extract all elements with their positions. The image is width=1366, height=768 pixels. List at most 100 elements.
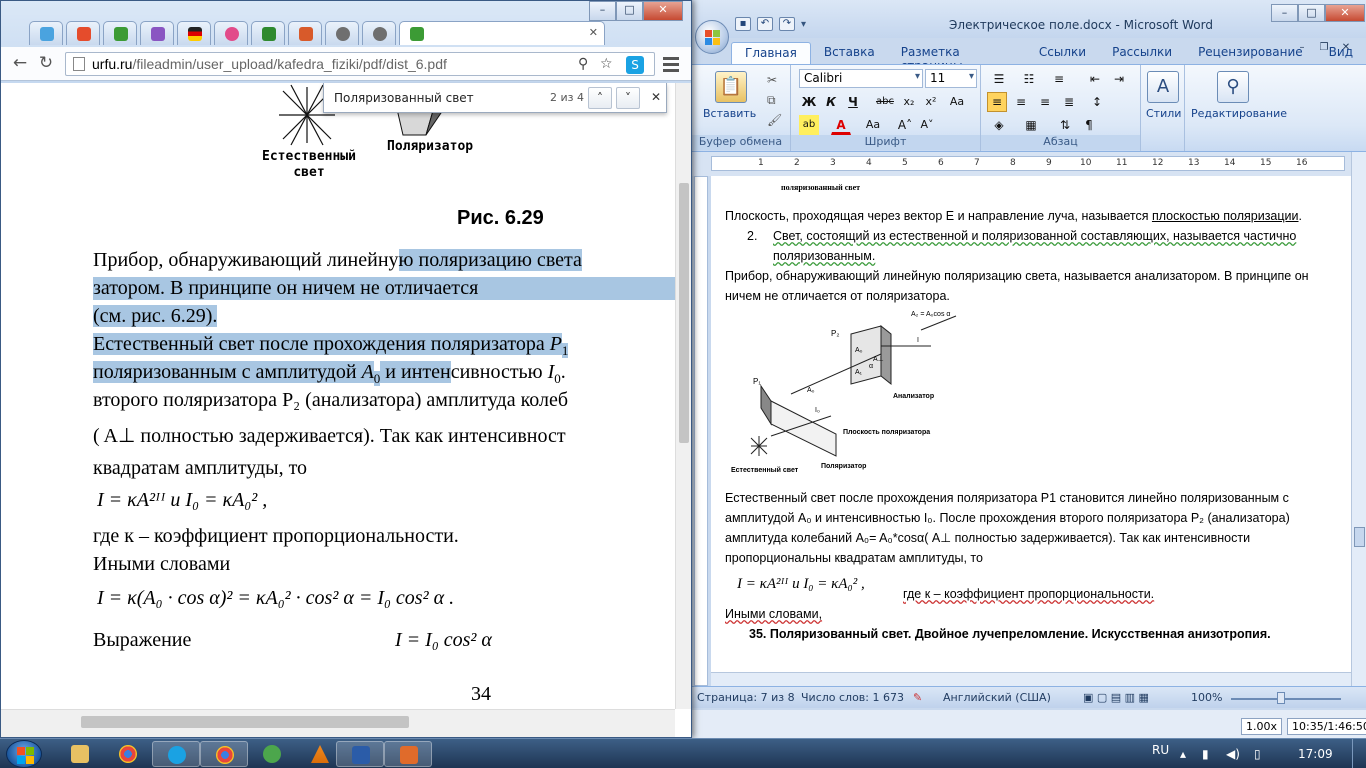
taskbar-chrome-alt[interactable] bbox=[104, 741, 152, 767]
decrease-indent-button[interactable]: ⇤ bbox=[1085, 69, 1105, 89]
multilevel-list-button[interactable]: ≡ bbox=[1049, 69, 1069, 89]
paste-button-label[interactable]: Вставить bbox=[703, 107, 756, 120]
network-icon[interactable]: ▮ bbox=[1202, 747, 1209, 761]
word-vertical-scrollbar[interactable] bbox=[1351, 152, 1366, 686]
tab-references[interactable]: Ссылки bbox=[1026, 42, 1099, 64]
change-case-button[interactable]: Aa bbox=[863, 115, 883, 135]
shrink-font-button[interactable]: A˅ bbox=[917, 115, 937, 135]
address-bar[interactable]: urfu.ru/fileadmin/user_upload/kafedra_fi… bbox=[65, 52, 655, 76]
editing-button-label[interactable]: Редактирование bbox=[1191, 107, 1287, 120]
tab-page-layout[interactable]: Разметка страницы bbox=[888, 42, 1026, 73]
redo-icon[interactable]: ↷ bbox=[779, 17, 795, 31]
binoculars-icon[interactable]: ⚲ bbox=[1217, 71, 1249, 103]
proofing-icon[interactable]: ✎ bbox=[913, 691, 922, 704]
tab-review[interactable]: Рецензирование bbox=[1185, 42, 1316, 64]
playback-speed[interactable]: 1.00x bbox=[1241, 718, 1283, 735]
tab-view[interactable]: Вид bbox=[1316, 42, 1366, 64]
back-arrow-icon[interactable]: ← bbox=[9, 53, 31, 75]
find-previous-button[interactable]: ˄ bbox=[588, 87, 612, 109]
clear-format-button[interactable]: Aa bbox=[947, 92, 967, 112]
tray-arrow-icon[interactable]: ▴ bbox=[1180, 747, 1186, 761]
browser-tab[interactable] bbox=[214, 21, 248, 45]
browser-tab[interactable] bbox=[288, 21, 322, 45]
undo-icon[interactable]: ↶ bbox=[757, 17, 773, 31]
maximize-button[interactable]: □ bbox=[1298, 4, 1325, 22]
pdf-horizontal-scrollbar[interactable] bbox=[1, 709, 675, 737]
close-button[interactable]: ✕ bbox=[1325, 4, 1365, 22]
taskbar-chrome[interactable] bbox=[200, 741, 248, 767]
browser-tab[interactable] bbox=[177, 21, 211, 45]
volume-icon[interactable]: ◀) bbox=[1226, 747, 1240, 761]
taskbar-utorrent[interactable] bbox=[248, 741, 296, 767]
office-button[interactable] bbox=[695, 20, 729, 54]
increase-indent-button[interactable]: ⇥ bbox=[1109, 69, 1129, 89]
subscript-button[interactable]: x₂ bbox=[899, 92, 919, 112]
taskbar-recorder[interactable] bbox=[384, 741, 432, 767]
tab-insert[interactable]: Вставка bbox=[811, 42, 888, 64]
grow-font-button[interactable]: A˄ bbox=[895, 115, 915, 135]
language-indicator[interactable]: RU bbox=[1152, 743, 1169, 757]
bold-button[interactable]: Ж bbox=[799, 92, 819, 112]
language-status[interactable]: Английский (США) bbox=[943, 691, 1051, 704]
italic-button[interactable]: К bbox=[821, 92, 841, 112]
find-next-button[interactable]: ˅ bbox=[616, 87, 640, 109]
pdf-scroll-thumb[interactable] bbox=[679, 183, 689, 443]
borders-button[interactable]: ▦ bbox=[1021, 115, 1041, 135]
copy-icon[interactable]: ⧉ bbox=[767, 93, 776, 108]
battery-icon[interactable]: ▯ bbox=[1254, 747, 1261, 761]
superscript-button[interactable]: x² bbox=[921, 92, 941, 112]
browser-tab[interactable] bbox=[29, 21, 63, 45]
document-area[interactable]: поляризованный свет Плоскость, проходяща… bbox=[711, 176, 1351, 686]
chrome-maximize-button[interactable]: □ bbox=[616, 1, 643, 21]
word-count-status[interactable]: Число слов: 1 673 bbox=[801, 691, 904, 704]
taskbar-explorer[interactable] bbox=[56, 741, 104, 767]
browser-tab[interactable] bbox=[140, 21, 174, 45]
show-desktop-button[interactable] bbox=[1352, 739, 1364, 768]
pdf-hscroll-thumb[interactable] bbox=[81, 716, 409, 728]
view-buttons[interactable]: ▣ ▢ ▤ ▥ ▦ bbox=[1083, 691, 1149, 704]
tab-mailings[interactable]: Рассылки bbox=[1099, 42, 1185, 64]
start-button[interactable] bbox=[6, 740, 42, 768]
align-center-button[interactable]: ≡ bbox=[1011, 92, 1031, 112]
bookmark-star-icon[interactable]: ☆ bbox=[600, 56, 613, 72]
find-close-button[interactable]: ✕ bbox=[644, 87, 668, 109]
format-painter-icon[interactable]: 🖌 bbox=[767, 113, 782, 127]
bullets-button[interactable]: ☰ bbox=[989, 69, 1009, 89]
align-right-button[interactable]: ≡ bbox=[1035, 92, 1055, 112]
zoom-slider[interactable] bbox=[1231, 698, 1341, 700]
browser-tab[interactable] bbox=[66, 21, 100, 45]
styles-button-label[interactable]: Стили bbox=[1146, 107, 1181, 120]
browser-tab[interactable] bbox=[325, 21, 359, 45]
save-icon[interactable]: ▪ bbox=[735, 17, 751, 31]
close-tab-icon[interactable]: ✕ bbox=[589, 26, 598, 39]
browser-tab[interactable] bbox=[103, 21, 137, 45]
styles-icon[interactable]: A bbox=[1147, 71, 1179, 103]
chrome-close-button[interactable]: ✕ bbox=[643, 1, 683, 21]
paste-icon[interactable]: 📋 bbox=[715, 71, 747, 103]
numbering-button[interactable]: ☷ bbox=[1019, 69, 1039, 89]
minimize-button[interactable]: – bbox=[1271, 4, 1298, 22]
browser-tab[interactable] bbox=[362, 21, 396, 45]
shading-button[interactable]: ◈ bbox=[989, 115, 1009, 135]
clock[interactable]: 17:09 bbox=[1298, 747, 1333, 761]
sort-button[interactable]: ⇅ bbox=[1055, 115, 1075, 135]
taskbar-word[interactable] bbox=[336, 741, 384, 767]
page-count-status[interactable]: Страница: 7 из 8 bbox=[697, 691, 795, 704]
word-scroll-thumb[interactable] bbox=[1354, 527, 1365, 547]
menu-icon[interactable] bbox=[661, 54, 681, 74]
show-marks-button[interactable]: ¶ bbox=[1079, 115, 1099, 135]
customize-qat-icon[interactable]: ▾ bbox=[801, 19, 806, 30]
pdf-viewer[interactable]: Естественный свет Поляризатор Рис. 6.29 … bbox=[1, 83, 691, 707]
reload-icon[interactable]: ↻ bbox=[35, 53, 57, 75]
font-name-combo[interactable]: Calibri bbox=[799, 69, 923, 88]
justify-button[interactable]: ≣ bbox=[1059, 92, 1079, 112]
pdf-vertical-scrollbar[interactable] bbox=[675, 83, 691, 709]
font-size-combo[interactable]: 11 bbox=[925, 69, 977, 88]
font-color-icon[interactable]: A bbox=[831, 115, 851, 135]
document-page[interactable]: поляризованный свет Плоскость, проходяща… bbox=[711, 176, 1351, 686]
skype-extension-icon[interactable]: S bbox=[626, 56, 644, 74]
url-text[interactable]: urfu.ru/fileadmin/user_upload/kafedra_fi… bbox=[92, 56, 447, 72]
underline-button[interactable]: Ч bbox=[843, 92, 863, 112]
word-horizontal-scrollbar[interactable] bbox=[711, 672, 1351, 686]
highlight-icon[interactable]: ab bbox=[799, 115, 819, 135]
